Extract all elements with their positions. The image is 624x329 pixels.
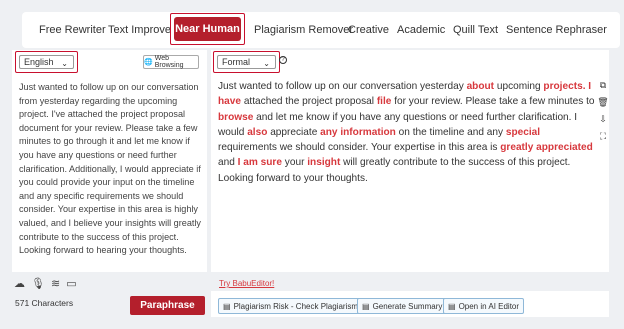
cloud-upload-icon[interactable]: ☁ [14, 277, 25, 290]
web-browsing-label: Web Browsing [154, 55, 184, 69]
changed-phrase[interactable]: any information [320, 127, 396, 138]
output-segment: upcoming [494, 81, 544, 92]
tab-near-human[interactable]: Near Human [174, 17, 241, 41]
document-icon: ▤ [362, 301, 370, 311]
changed-phrase[interactable]: also [247, 127, 267, 138]
changed-phrase[interactable]: insight [307, 157, 340, 168]
expand-icon[interactable]: ⛶ [600, 131, 606, 142]
document-icon: ▤ [223, 301, 231, 311]
language-select[interactable]: English ⌄ [15, 51, 78, 73]
output-segment: and [218, 157, 238, 169]
check-plagiarism-button[interactable]: ▤ Plagiarism Risk - Check Plagiarism [218, 298, 364, 314]
chevron-down-icon: ⌄ [263, 59, 270, 68]
changed-phrase[interactable]: file [377, 96, 392, 107]
tone-value: Formal [222, 57, 251, 67]
paraphrase-button[interactable]: Paraphrase [130, 296, 205, 315]
output-segment: on the timeline and any [395, 126, 506, 138]
tab-plagiarism-remover[interactable]: Plagiarism Remover [254, 24, 353, 36]
output-segment: requirements we should consider. Your ex… [218, 142, 501, 154]
microphone-icon[interactable]: 🎙 [31, 277, 45, 290]
output-segment: your [281, 157, 308, 169]
tab-creative[interactable]: Creative [348, 24, 389, 36]
tab-academic[interactable]: Academic [397, 24, 445, 36]
open-ai-editor-button[interactable]: ▤ Open in AI Editor [443, 298, 525, 314]
input-text[interactable]: Just wanted to follow up on our conversa… [19, 81, 204, 258]
changed-phrase[interactable]: browse [218, 112, 253, 123]
audio-wave-icon[interactable]: ≋ [51, 277, 60, 290]
language-value: English [24, 57, 54, 67]
tab-free-rewriter[interactable]: Free Rewriter [39, 24, 106, 36]
character-count: 571 Characters [15, 298, 74, 308]
changed-phrase[interactable]: about [467, 81, 494, 92]
try-babueditor-link[interactable]: Try BabuEditor! [219, 279, 274, 288]
tone-select[interactable]: Formal ⌄ [213, 51, 280, 73]
web-browsing-button[interactable]: 🌐 Web Browsing [143, 55, 199, 69]
changed-phrase[interactable]: special [506, 127, 540, 138]
output-segment: appreciate [267, 126, 321, 138]
generate-summary-button[interactable]: ▤ Generate Summary [357, 298, 448, 314]
mode-tabs: Free Rewriter Text Improver Plagiarism Rem… [22, 12, 620, 48]
output-text: Just wanted to follow up on our conversa… [218, 79, 598, 186]
changed-phrase[interactable]: greatly appreciated [500, 142, 593, 153]
document-icon: ▤ [448, 301, 456, 311]
changed-phrase[interactable]: I am sure [238, 157, 282, 168]
cloud-download-icon[interactable]: ⇩ [599, 114, 607, 125]
output-segment: attached the project proposal [241, 96, 377, 108]
input-tools: ☁ 🎙 ≋ ▭ [14, 277, 77, 290]
output-segment: for your review. Please take a few minut… [391, 96, 595, 108]
tab-text-improver[interactable]: Text Improver [108, 24, 175, 36]
output-segment: Just wanted to follow up on our conversa… [218, 81, 467, 92]
chevron-down-icon: ⌄ [61, 59, 68, 68]
output-tools: ⧉ 🗑 ⇩ ⛶ [597, 80, 609, 142]
tab-quill-text[interactable]: Quill Text [453, 24, 498, 36]
tab-near-human-highlight[interactable]: Near Human [170, 13, 245, 45]
tab-sentence-rephraser[interactable]: Sentence Rephraser [506, 24, 607, 36]
info-icon[interactable]: ? [279, 56, 287, 64]
copy-icon[interactable]: ⧉ [600, 80, 606, 91]
globe-icon: 🌐 [144, 59, 153, 66]
delete-icon[interactable]: 🗑 [597, 97, 608, 108]
image-icon[interactable]: ▭ [66, 277, 76, 290]
